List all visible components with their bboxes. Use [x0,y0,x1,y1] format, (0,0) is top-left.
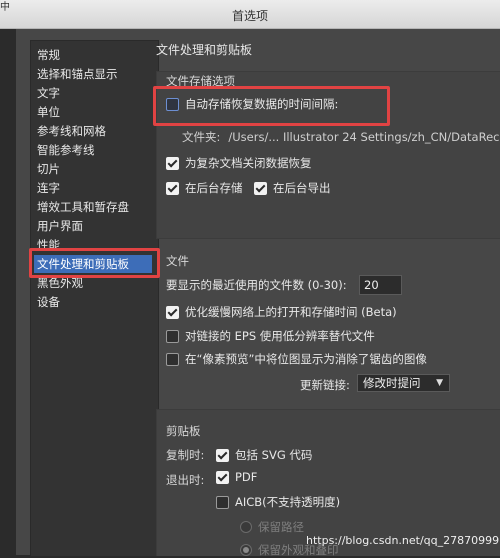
sidebar-item-file-handling[interactable]: 文件处理和剪贴板 [34,255,152,273]
chevron-down-icon: ▼ [436,378,443,388]
pixel-preview-row[interactable]: 在“像素预览”中将位图显示为消除了锯齿的图像 [166,351,427,367]
files-label: 文件 [166,254,189,268]
window-title: 首选项 [231,9,268,23]
disable-complex-row[interactable]: 为复杂文档关闭数据恢复 [166,155,312,171]
sidebar-item-general[interactable]: 常规 [34,46,152,64]
sidebar-item-selection-anchor[interactable]: 选择和锚点显示 [34,65,152,83]
category-sidebar: 常规 选择和锚点显示 文字 单位 参考线和网格 智能参考线 切片 连字 增效工具… [30,40,159,556]
recent-count-label: 要显示的最近使用的文件数 (0-30): [166,278,347,292]
watermark-url: https://blog.csdn.net/qq_27870999 [306,534,500,547]
title-bar: 中 首选项 [0,0,500,29]
bg-export-label: 在后台导出 [273,181,331,195]
include-svg-checkbox[interactable] [216,448,229,462]
low-res-eps-label: 对链接的 EPS 使用低分辨率替代文件 [185,329,375,343]
sidebar-item-black-appearance[interactable]: 黑色外观 [34,274,152,292]
pixel-preview-checkbox[interactable] [166,352,179,366]
sidebar-item-smart-guides[interactable]: 智能参考线 [34,141,152,159]
low-res-eps-checkbox[interactable] [166,329,179,343]
preserve-paths-radio[interactable] [240,521,252,533]
bg-export-row[interactable]: 在后台导出 [254,180,331,196]
preserve-paths-row[interactable]: 保留路径 [240,519,304,535]
panel-title: 文件处理和剪贴板 [156,43,253,57]
sidebar-item-type[interactable]: 文字 [34,84,152,102]
pixel-preview-label: 在“像素预览”中将位图显示为消除了锯齿的图像 [185,352,427,366]
disable-complex-checkbox[interactable] [166,156,179,170]
aicb-row[interactable]: AICB(不支持透明度) [216,494,340,510]
on-quit-label: 退出时: [166,473,205,487]
bg-save-row[interactable]: 在后台存储 [166,180,243,196]
preferences-window: 常规 选择和锚点显示 文字 单位 参考线和网格 智能参考线 切片 连字 增效工具… [16,29,500,557]
sidebar-item-plugins-scratch[interactable]: 增效工具和暂存盘 [34,198,152,216]
auto-recovery-label: 自动存储恢复数据的时间间隔: [185,97,339,111]
disable-complex-label: 为复杂文档关闭数据恢复 [185,156,312,170]
sidebar-item-devices[interactable]: 设备 [34,293,152,311]
pdf-checkbox[interactable] [216,470,229,484]
folder-label: 文件夹: [182,130,221,144]
auto-recovery-checkbox[interactable] [166,97,179,111]
folder-row: 文件夹: /Users/... Illustrator 24 Settings/… [182,129,500,145]
optimize-row[interactable]: 优化缓慢网络上的打开和存储时间 (Beta) [166,304,397,320]
bg-export-checkbox[interactable] [254,181,267,195]
sidebar-item-slices[interactable]: 切片 [34,160,152,178]
sidebar-item-performance[interactable]: 性能 [34,236,152,254]
pdf-label: PDF [235,470,258,484]
copy-as-label: 复制时: [166,448,205,462]
preserve-paths-label: 保留路径 [258,520,304,534]
include-svg-row[interactable]: 包括 SVG 代码 [216,447,312,463]
preserve-appearance-radio[interactable] [240,544,252,556]
aicb-checkbox[interactable] [216,495,229,509]
recent-count-input[interactable]: 20 [359,275,402,295]
bg-save-checkbox[interactable] [166,181,179,195]
sidebar-item-units[interactable]: 单位 [34,103,152,121]
sidebar-item-guides-grid[interactable]: 参考线和网格 [34,122,152,140]
optimize-checkbox[interactable] [166,305,179,319]
low-res-eps-row[interactable]: 对链接的 EPS 使用低分辨率替代文件 [166,328,375,344]
clipboard-label: 剪贴板 [166,424,201,438]
save-options-label: 文件存储选项 [166,74,235,88]
aicb-label: AICB(不支持透明度) [235,495,341,509]
update-links-value: 修改时提问 [363,376,421,390]
pdf-row[interactable]: PDF [216,470,257,484]
update-links-select[interactable]: 修改时提问 ▼ [357,374,450,392]
update-links-label: 更新链接: [300,378,350,392]
sidebar-item-hyphenation[interactable]: 连字 [34,179,152,197]
auto-recovery-row[interactable]: 自动存储恢复数据的时间间隔: [166,96,338,112]
folder-path: /Users/... Illustrator 24 Settings/zh_CN… [228,130,500,144]
bg-save-label: 在后台存储 [185,181,243,195]
include-svg-label: 包括 SVG 代码 [235,448,313,462]
optimize-label: 优化缓慢网络上的打开和存储时间 (Beta) [185,305,397,319]
sidebar-item-user-interface[interactable]: 用户界面 [34,217,152,235]
